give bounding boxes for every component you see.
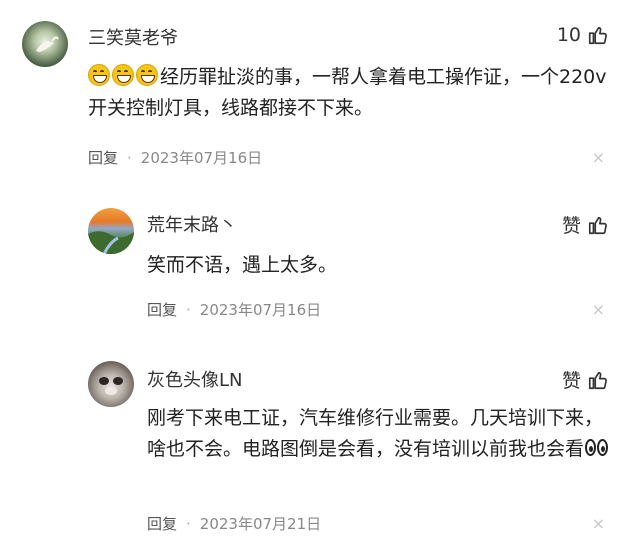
avatar-image xyxy=(99,377,123,395)
comment-meta: 回复 · 2023年07月21日 xyxy=(147,513,321,534)
username[interactable]: 灰色头像LN xyxy=(147,366,243,392)
avatar[interactable] xyxy=(88,361,134,407)
eyes-emoji-icon xyxy=(584,438,610,458)
like-label: 赞 xyxy=(561,370,581,392)
comment-3: 灰色头像LN 赞 刚考下来电工证，汽车维修行业需要。几天培训下来，啥也不会。电路… xyxy=(0,0,633,552)
comment-date: 2023年07月21日 xyxy=(199,515,322,533)
like-button[interactable]: 赞 xyxy=(562,366,609,393)
comment-body: 刚考下来电工证，汽车维修行业需要。几天培训下来，啥也不会。电路图倒是会看，没有培… xyxy=(147,407,604,460)
comment-text: 刚考下来电工证，汽车维修行业需要。几天培训下来，啥也不会。电路图倒是会看，没有培… xyxy=(147,403,615,465)
separator: · xyxy=(186,514,191,533)
reply-button[interactable]: 回复 xyxy=(147,513,177,534)
close-icon[interactable]: × xyxy=(592,514,605,533)
thumbs-up-icon xyxy=(588,371,607,389)
